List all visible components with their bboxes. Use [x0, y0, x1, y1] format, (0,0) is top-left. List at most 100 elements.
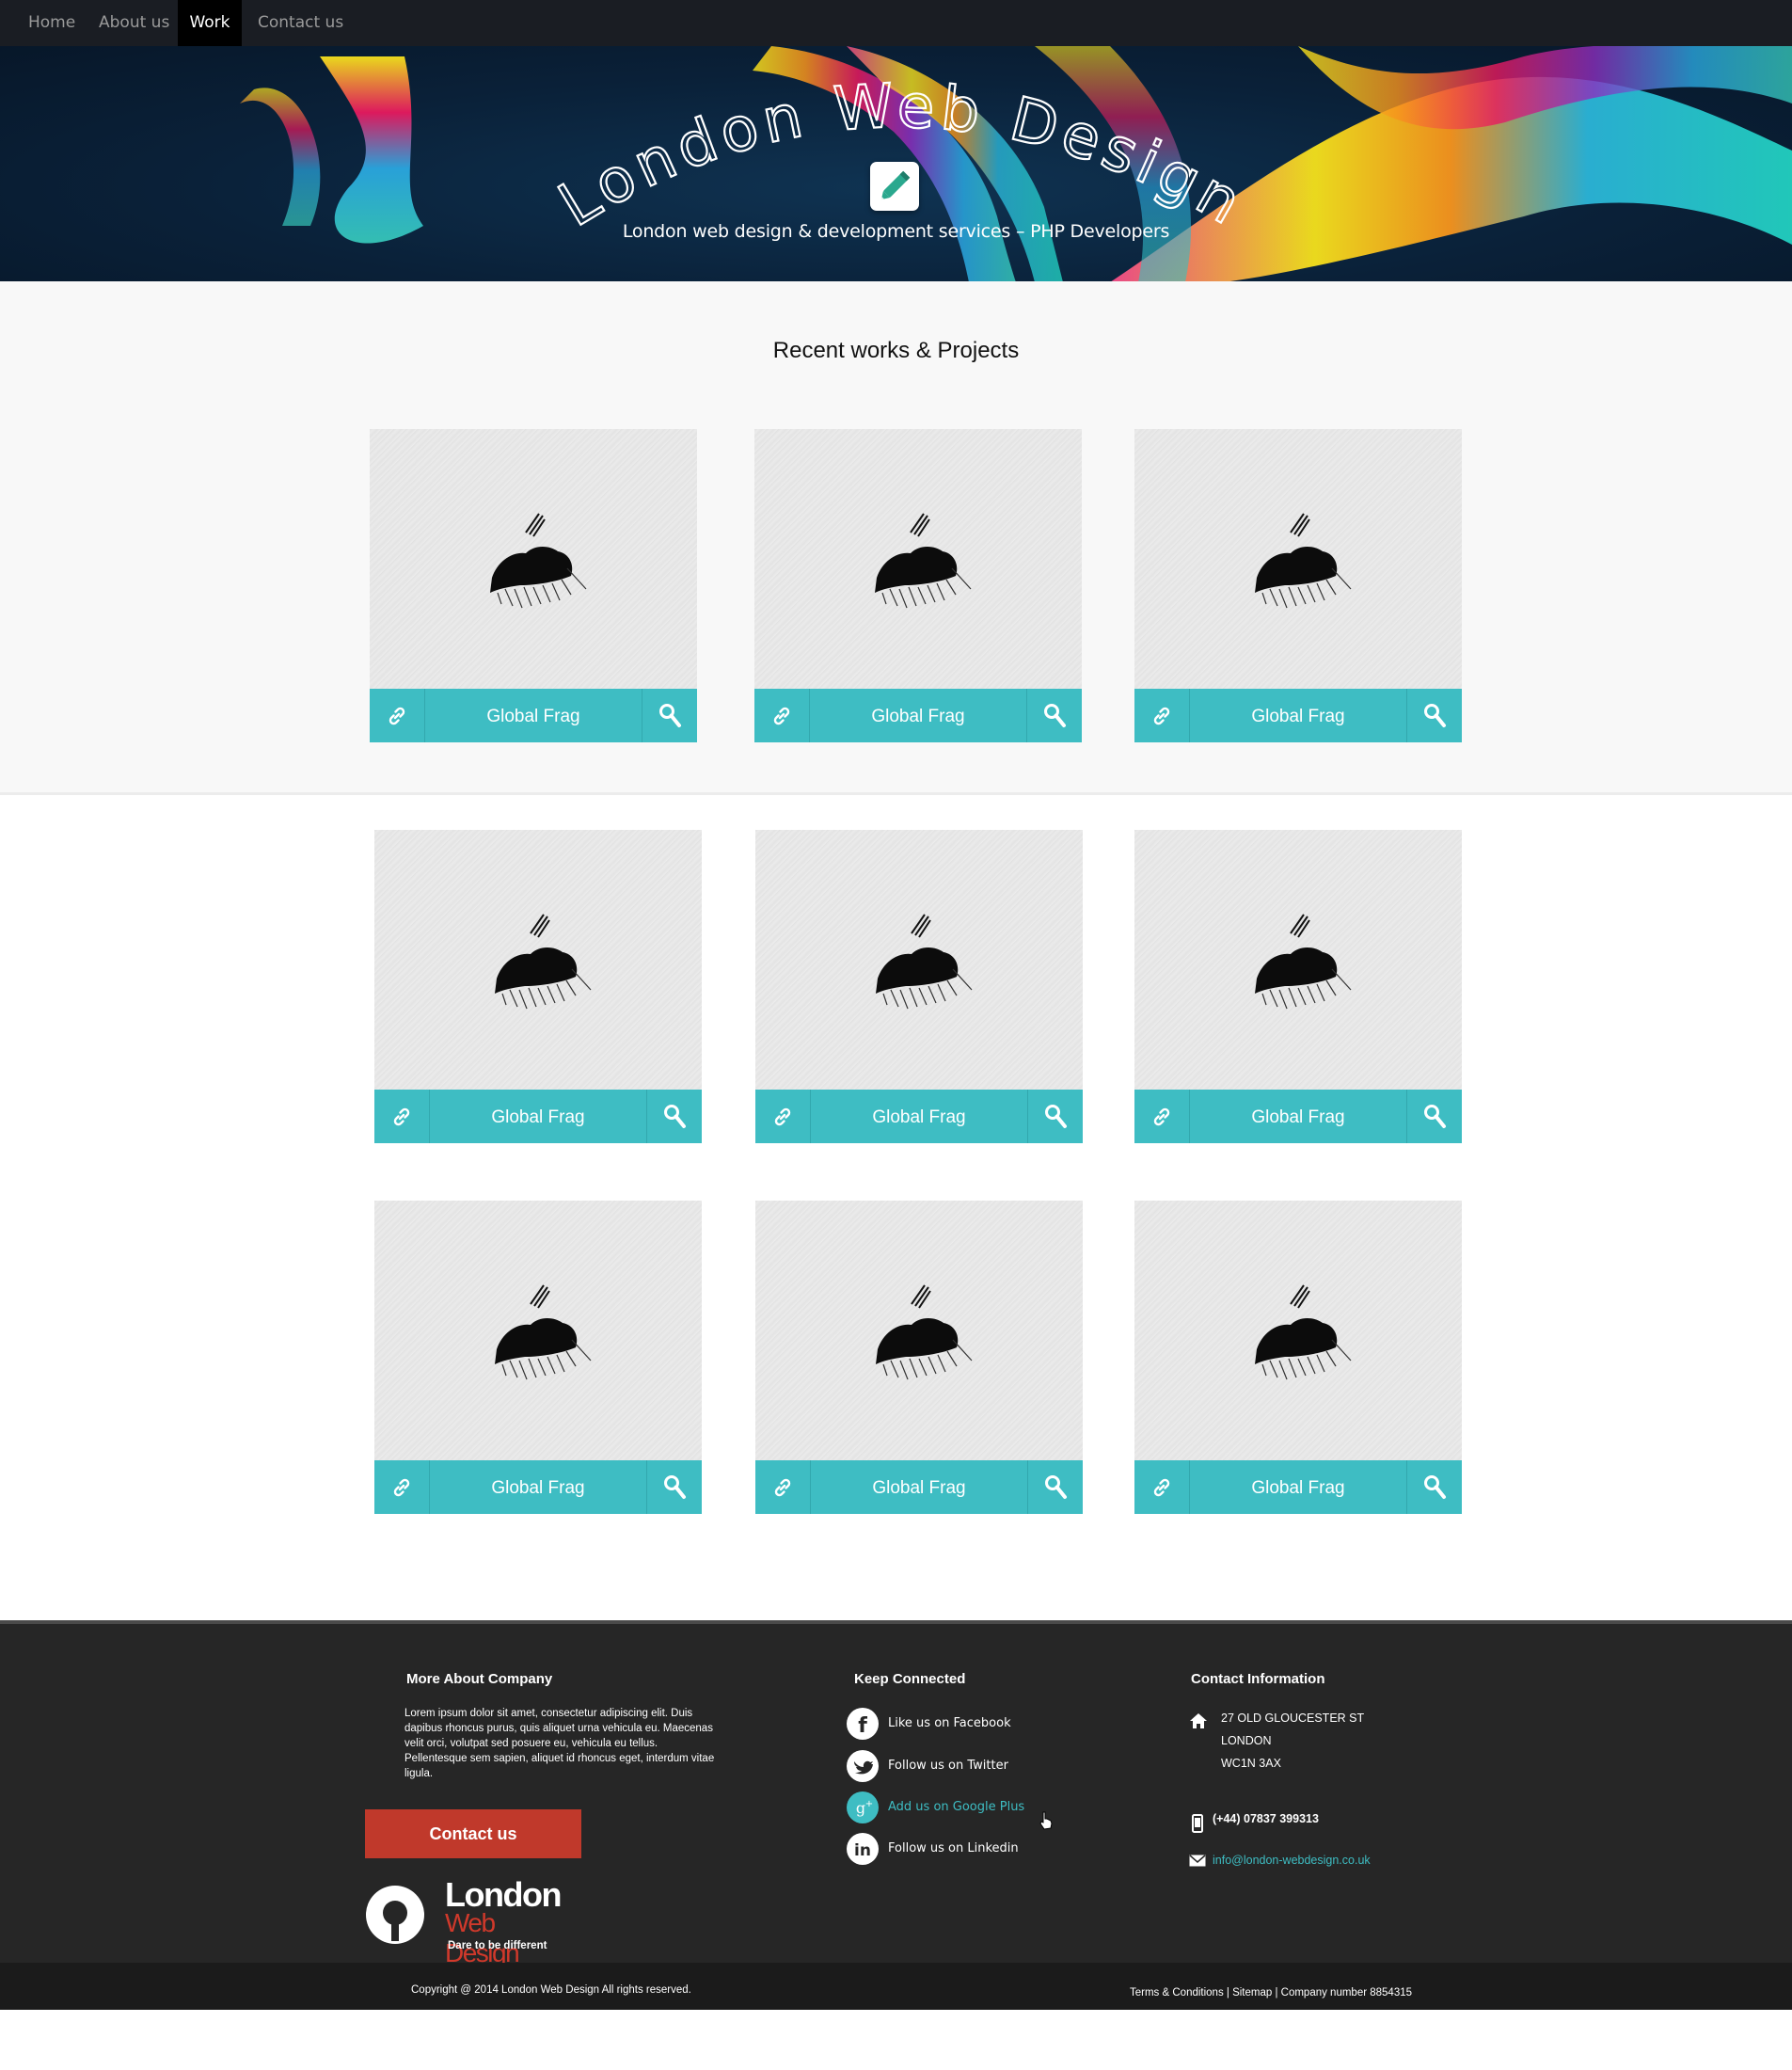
magnifier-icon — [1424, 704, 1446, 727]
project-zoom-button[interactable] — [1406, 689, 1462, 742]
about-text: Lorem ipsum dolor sit amet, consectetur … — [404, 1708, 715, 1779]
project-zoom-button[interactable] — [1406, 1460, 1462, 1514]
project-title: Global Frag — [1251, 1107, 1345, 1127]
address-line-2: LONDON — [1221, 1734, 1272, 1747]
magnifier-icon — [1424, 1105, 1446, 1128]
link-icon — [393, 1478, 410, 1497]
nav-about-us[interactable]: About us — [99, 0, 169, 46]
project-thumbnail[interactable] — [1134, 429, 1462, 689]
contact-heading: Contact Information — [1191, 1671, 1325, 1687]
project-card[interactable]: Global Frag — [1134, 1201, 1462, 1514]
link-icon — [774, 1107, 791, 1126]
contact-phone: (+44) 07837 399313 — [1213, 1812, 1319, 1825]
hand-cursor-icon — [1039, 1811, 1053, 1830]
project-card[interactable]: Global Frag — [1134, 830, 1462, 1143]
link-icon — [1153, 707, 1170, 725]
project-zoom-button[interactable] — [1027, 1090, 1083, 1143]
project-link-button[interactable] — [755, 1090, 811, 1143]
project-title: Global Frag — [491, 1478, 585, 1498]
social-heading: Keep Connected — [854, 1671, 966, 1687]
project-zoom-button[interactable] — [642, 689, 697, 742]
project-link-button[interactable] — [755, 1460, 811, 1514]
project-caption-bar: Global Frag — [374, 1460, 702, 1514]
project-thumbnail-art — [495, 1284, 592, 1380]
project-title: Global Frag — [872, 1107, 966, 1127]
project-thumbnail-art — [1255, 513, 1352, 609]
pencil-icon — [870, 162, 919, 211]
about-heading: More About Company — [406, 1671, 553, 1687]
project-thumbnail[interactable] — [755, 830, 1083, 1090]
project-caption-bar: Global Frag — [370, 689, 697, 742]
twitter-icon — [847, 1750, 879, 1782]
social-facebook-label: Like us on Facebook — [888, 1716, 1011, 1730]
hero-subtitle: London web design & development services… — [622, 221, 1170, 242]
svg-text:g: g — [856, 1799, 865, 1817]
svg-text:+: + — [865, 1799, 873, 1809]
copyright-bar — [0, 1963, 1792, 2010]
project-caption-bar: Global Frag — [374, 1090, 702, 1143]
project-thumbnail[interactable] — [374, 830, 702, 1090]
magnifier-icon — [659, 704, 681, 727]
nav-work[interactable]: Work — [178, 0, 242, 46]
project-caption-bar: Global Frag — [755, 1090, 1083, 1143]
link-icon — [393, 1107, 410, 1126]
facebook-icon: f — [847, 1708, 879, 1740]
project-caption-bar: Global Frag — [1134, 689, 1462, 742]
social-linkedin[interactable]: in Follow us on Linkedin — [847, 1833, 1054, 1865]
home-icon — [1190, 1713, 1207, 1728]
project-thumbnail[interactable] — [374, 1201, 702, 1460]
project-title: Global Frag — [1251, 707, 1345, 726]
nav-contact-us[interactable]: Contact us — [258, 0, 343, 46]
project-zoom-button[interactable] — [646, 1460, 702, 1514]
project-thumbnail[interactable] — [754, 429, 1082, 689]
magnifier-icon — [664, 1475, 686, 1499]
contact-email-link[interactable]: info@london-webdesign.co.uk — [1213, 1854, 1371, 1867]
project-zoom-button[interactable] — [1027, 1460, 1083, 1514]
project-thumbnail[interactable] — [1134, 1201, 1462, 1460]
logo-line-2: Web Design — [445, 1908, 520, 1967]
project-card[interactable]: Global Frag — [754, 429, 1082, 742]
project-link-button[interactable] — [370, 689, 425, 742]
project-link-button[interactable] — [1134, 689, 1190, 742]
social-google-plus[interactable]: g + Add us on Google Plus — [847, 1791, 1054, 1823]
project-thumbnail-art — [876, 1284, 973, 1380]
social-twitter-label: Follow us on Twitter — [888, 1759, 1008, 1773]
project-link-button[interactable] — [374, 1090, 430, 1143]
project-thumbnail[interactable] — [370, 429, 697, 689]
project-link-button[interactable] — [754, 689, 810, 742]
copyright-text: Copyright @ 2014 London Web Design All r… — [411, 1984, 691, 1996]
project-link-button[interactable] — [1134, 1460, 1190, 1514]
project-card[interactable]: Global Frag — [370, 429, 697, 742]
top-navigation: Home About us Work Contact us — [0, 0, 1792, 46]
project-link-button[interactable] — [374, 1460, 430, 1514]
section-title: Recent works & Projects — [772, 338, 1020, 363]
project-thumbnail[interactable] — [755, 1201, 1083, 1460]
link-icon — [1153, 1107, 1170, 1126]
project-thumbnail[interactable] — [1134, 830, 1462, 1090]
project-card[interactable]: Global Frag — [1134, 429, 1462, 742]
magnifier-icon — [1045, 1105, 1067, 1128]
project-card[interactable]: Global Frag — [755, 1201, 1083, 1514]
social-twitter[interactable]: Follow us on Twitter — [847, 1750, 1054, 1782]
project-zoom-button[interactable] — [646, 1090, 702, 1143]
project-card[interactable]: Global Frag — [374, 830, 702, 1143]
nav-home[interactable]: Home — [28, 0, 75, 46]
logo-tagline: Dare to be different — [448, 1940, 547, 1951]
google-plus-icon: g + — [847, 1791, 879, 1823]
project-card[interactable]: Global Frag — [374, 1201, 702, 1514]
project-zoom-button[interactable] — [1026, 689, 1082, 742]
legal-links[interactable]: Terms & Conditions | Sitemap | Company n… — [1130, 1987, 1412, 1998]
social-facebook[interactable]: f Like us on Facebook — [847, 1708, 1054, 1740]
contact-us-button[interactable]: Contact us — [365, 1809, 581, 1858]
london-web-design-logo[interactable]: London Web Design Dare to be different — [365, 1875, 572, 1967]
project-link-button[interactable] — [1134, 1090, 1190, 1143]
address-line-3: WC1N 3AX — [1221, 1757, 1281, 1770]
project-card[interactable]: Global Frag — [755, 830, 1083, 1143]
project-title: Global Frag — [491, 1107, 585, 1127]
project-title: Global Frag — [1251, 1478, 1345, 1498]
logo-mark-icon — [366, 1886, 424, 1944]
link-icon — [773, 707, 790, 725]
project-zoom-button[interactable] — [1406, 1090, 1462, 1143]
link-icon — [389, 707, 405, 725]
magnifier-icon — [1044, 704, 1066, 727]
